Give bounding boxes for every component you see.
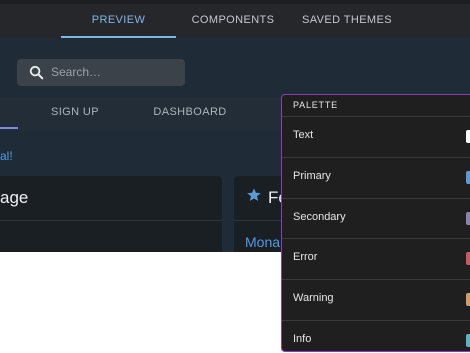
palette-label: Info (293, 332, 312, 345)
star-icon (247, 188, 261, 201)
palette-label: Secondary (293, 210, 346, 223)
tab-saved-themes[interactable]: SAVED THEMES (297, 4, 397, 38)
palette-row-secondary[interactable]: Secondary (282, 199, 470, 240)
color-swatch[interactable] (466, 333, 470, 347)
color-swatch[interactable] (466, 130, 470, 143)
palette-label: Error (293, 251, 318, 264)
card-left-title: age (0, 188, 29, 207)
color-swatch[interactable] (466, 293, 470, 307)
top-navigation: PREVIEW COMPONENTS SAVED THEMES (0, 0, 470, 38)
color-swatch[interactable] (466, 211, 470, 225)
color-swatch[interactable] (466, 170, 470, 184)
search-placeholder: Search… (51, 65, 102, 79)
palette-title: PALETTE (282, 95, 470, 117)
alert-text: al! (0, 149, 13, 163)
palette-label: Warning (293, 292, 334, 305)
active-tab-indicator (0, 127, 18, 129)
card-left: age (0, 176, 222, 252)
palette-row-warning[interactable]: Warning (282, 280, 470, 321)
palette-row-error[interactable]: Error (282, 239, 470, 281)
tab-dashboard[interactable]: DASHBOARD (145, 97, 235, 129)
tab-preview[interactable]: PREVIEW (61, 4, 176, 38)
search-icon (29, 65, 44, 80)
tab-sign-up[interactable]: SIGN UP (35, 97, 115, 129)
card-left-divider (0, 220, 222, 221)
palette-label: Text (293, 129, 314, 141)
palette-row-text[interactable]: Text (282, 117, 470, 158)
palette-row-info[interactable]: Info (282, 321, 470, 351)
tab-components[interactable]: COMPONENTS (183, 4, 283, 38)
palette-panel: PALETTE Text Primary Secondary Error War… (281, 94, 470, 352)
screen: PREVIEW COMPONENTS SAVED THEMES Search… … (0, 0, 470, 353)
palette-label: Primary (293, 169, 331, 182)
palette-row-primary[interactable]: Primary (282, 158, 470, 199)
color-swatch[interactable] (466, 252, 470, 266)
card-right-link[interactable]: Mona (245, 234, 280, 250)
search-input[interactable]: Search… (17, 59, 185, 86)
